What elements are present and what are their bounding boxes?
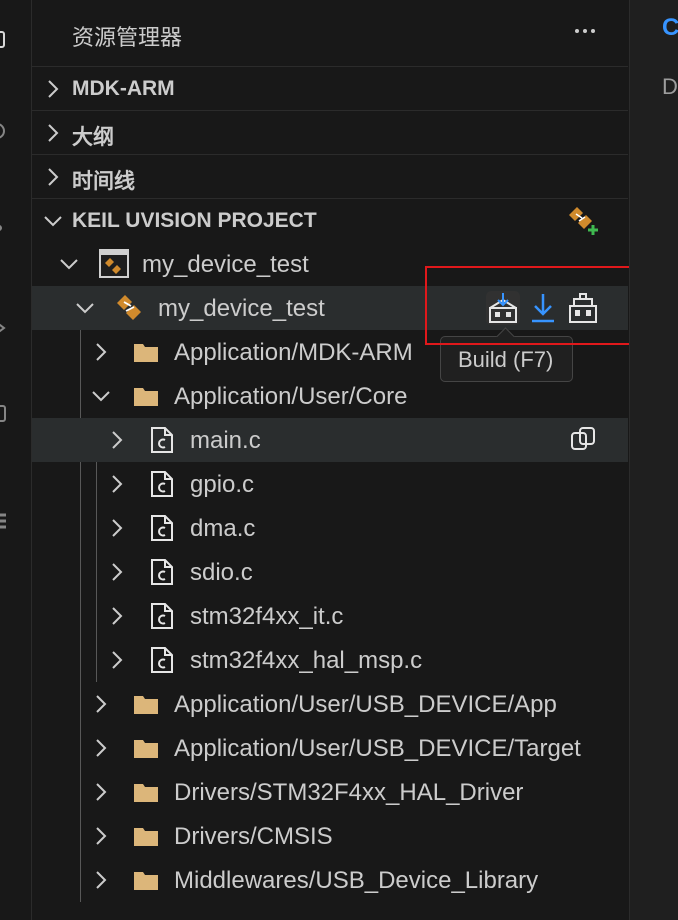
run-debug-icon[interactable] bbox=[0, 318, 8, 336]
editor-tab-fragment[interactable]: C bbox=[662, 14, 678, 42]
explorer-title: 资源管理器 bbox=[72, 25, 183, 50]
c-file-icon bbox=[148, 470, 176, 498]
c-file-icon bbox=[148, 646, 176, 674]
tooltip-text: Build (F7) bbox=[458, 347, 554, 372]
editor-area: C D bbox=[629, 0, 678, 920]
folder-icon bbox=[132, 778, 160, 806]
extensions-icon[interactable] bbox=[0, 404, 8, 422]
target-label: my_device_test bbox=[158, 295, 325, 322]
group-item[interactable]: Drivers/STM32F4xx_HAL_Driver bbox=[32, 770, 628, 814]
explorer-sidebar: 资源管理器 MDK-ARM 大纲 时间线 KEIL UVISION PROJEC… bbox=[32, 0, 628, 920]
chevron-right-icon bbox=[90, 825, 112, 847]
copy-icon bbox=[571, 427, 595, 450]
file-item[interactable]: dma.c bbox=[32, 506, 628, 550]
folder-icon bbox=[132, 866, 160, 894]
file-item[interactable]: main.c bbox=[32, 418, 628, 462]
highlight-annotation bbox=[425, 266, 643, 345]
section-outline[interactable]: 大纲 bbox=[32, 110, 628, 154]
copy-button[interactable] bbox=[566, 423, 600, 457]
file-item[interactable]: gpio.c bbox=[32, 462, 628, 506]
section-mdk-arm[interactable]: MDK-ARM bbox=[32, 66, 628, 110]
chevron-down-icon bbox=[74, 297, 96, 319]
folder-icon bbox=[132, 822, 160, 850]
folder-icon bbox=[132, 382, 160, 410]
chevron-right-icon bbox=[106, 517, 128, 539]
group-label: Application/User/USB_DEVICE/Target bbox=[174, 735, 581, 762]
group-item[interactable]: Middlewares/USB_Device_Library bbox=[32, 858, 628, 902]
chevron-right-icon bbox=[106, 561, 128, 583]
c-file-icon bbox=[148, 558, 176, 586]
file-label: stm32f4xx_hal_msp.c bbox=[190, 647, 423, 674]
group-item[interactable]: Application/User/USB_DEVICE/App bbox=[32, 682, 628, 726]
workspace-label: my_device_test bbox=[142, 251, 309, 278]
section-keil-project[interactable]: KEIL UVISION PROJECT bbox=[32, 198, 628, 242]
file-label: sdio.c bbox=[190, 559, 253, 586]
add-project-icon bbox=[569, 207, 598, 235]
chevron-down-icon bbox=[90, 385, 112, 407]
chevron-right-icon bbox=[42, 166, 64, 188]
chevron-right-icon bbox=[90, 693, 112, 715]
group-item[interactable]: Application/User/USB_DEVICE/Target bbox=[32, 726, 628, 770]
file-item[interactable]: stm32f4xx_it.c bbox=[32, 594, 628, 638]
explorer-icon[interactable] bbox=[0, 30, 8, 48]
group-label: Application/MDK-ARM bbox=[174, 339, 413, 366]
c-file-icon bbox=[148, 426, 176, 454]
section-label: 大纲 bbox=[72, 126, 114, 149]
section-timeline[interactable]: 时间线 bbox=[32, 154, 628, 198]
chevron-right-icon bbox=[42, 78, 64, 100]
file-item[interactable]: sdio.c bbox=[32, 550, 628, 594]
file-label: main.c bbox=[190, 427, 261, 454]
editor-line-fragment: D bbox=[662, 74, 678, 99]
add-project-button[interactable] bbox=[566, 203, 600, 237]
more-actions-button[interactable] bbox=[568, 16, 602, 46]
chevron-down-icon bbox=[42, 210, 64, 232]
folder-icon bbox=[132, 734, 160, 762]
c-file-icon bbox=[148, 602, 176, 630]
chevron-right-icon bbox=[106, 605, 128, 627]
chevron-right-icon bbox=[90, 781, 112, 803]
list-icon[interactable] bbox=[0, 512, 8, 530]
ellipsis-icon bbox=[575, 29, 595, 33]
chevron-right-icon bbox=[42, 122, 64, 144]
source-control-icon[interactable] bbox=[0, 218, 8, 236]
group-label: Drivers/CMSIS bbox=[174, 823, 333, 850]
explorer-header: 资源管理器 bbox=[32, 0, 628, 66]
file-label: gpio.c bbox=[190, 471, 255, 498]
c-file-icon bbox=[148, 514, 176, 542]
search-icon[interactable] bbox=[0, 122, 8, 140]
file-label: dma.c bbox=[190, 515, 256, 542]
uvision-workspace-icon bbox=[98, 248, 130, 280]
file-item[interactable]: stm32f4xx_hal_msp.c bbox=[32, 638, 628, 682]
chevron-right-icon bbox=[90, 869, 112, 891]
activity-bar bbox=[0, 0, 32, 920]
chevron-right-icon bbox=[90, 341, 112, 363]
file-label: stm32f4xx_it.c bbox=[190, 603, 344, 630]
uvision-target-icon bbox=[114, 292, 146, 324]
section-label: MDK-ARM bbox=[72, 77, 175, 100]
chevron-right-icon bbox=[90, 737, 112, 759]
chevron-down-icon bbox=[58, 253, 80, 275]
chevron-right-icon bbox=[106, 429, 128, 451]
group-label: Application/User/USB_DEVICE/App bbox=[174, 691, 557, 718]
group-item[interactable]: Drivers/CMSIS bbox=[32, 814, 628, 858]
section-label: 时间线 bbox=[72, 170, 135, 193]
chevron-right-icon bbox=[106, 649, 128, 671]
folder-icon bbox=[132, 690, 160, 718]
section-label: KEIL UVISION PROJECT bbox=[72, 209, 317, 232]
folder-icon bbox=[132, 338, 160, 366]
chevron-right-icon bbox=[106, 473, 128, 495]
group-label: Middlewares/USB_Device_Library bbox=[174, 867, 539, 894]
group-label: Application/User/Core bbox=[174, 383, 408, 410]
group-label: Drivers/STM32F4xx_HAL_Driver bbox=[174, 779, 524, 806]
